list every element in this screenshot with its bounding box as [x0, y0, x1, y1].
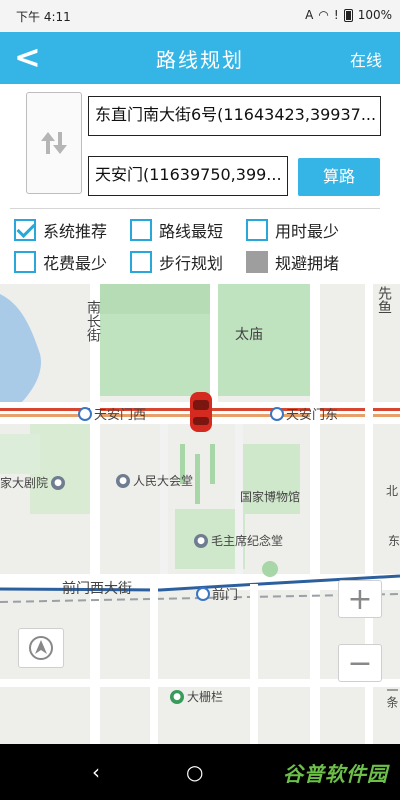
locate-button[interactable] [18, 628, 64, 668]
option-fastest[interactable]: 用时最少 [246, 218, 339, 242]
battery-level: 100% [357, 8, 392, 22]
poi-icon: ● [51, 475, 66, 490]
swap-arrows-icon [41, 132, 67, 154]
title-bar: < 路线规划 在线 [0, 32, 400, 84]
metro-icon [270, 406, 284, 421]
checkbox[interactable] [130, 219, 152, 241]
zoom-in-button[interactable]: + [338, 580, 382, 618]
battery-icon [343, 8, 353, 22]
watermark: 谷普软件园 [283, 762, 388, 786]
metro-label: 前门 [212, 588, 239, 603]
option-label: 系统推荐 [43, 222, 108, 241]
metro-station[interactable]: 前门 [196, 584, 238, 603]
status-bar: 下午 4:11 A ◠ ! 100% [0, 0, 400, 32]
start-point-input[interactable]: 东直门南大街6号(11643423,39937... [88, 96, 381, 136]
metro-label: 天安门东 [286, 408, 339, 423]
poi-museum[interactable]: 国家博物馆 [240, 488, 300, 505]
place-label: 太庙 [235, 327, 263, 343]
minus-icon: − [347, 645, 373, 681]
map-view[interactable]: 南长街 太庙 先鱼 天安门西 天安门东 前门 家大剧院 ● ● 人民大会堂 国家… [0, 284, 400, 744]
option-walking[interactable]: 步行规划 [130, 250, 223, 274]
calculate-route-button[interactable]: 算路 [298, 158, 380, 196]
metro-station[interactable]: 天安门东 [270, 404, 338, 423]
option-recommended[interactable]: 系统推荐 [14, 218, 107, 242]
metro-icon [196, 586, 210, 601]
page-title: 路线规划 [156, 48, 244, 72]
route-panel: 东直门南大街6号(11643423,39937... 天安门(11639750,… [0, 84, 400, 284]
end-point-input[interactable]: 天安门(11639750,399... [88, 156, 288, 196]
poi-label: 人民大会堂 [133, 474, 194, 488]
metro-station[interactable]: 天安门西 [78, 404, 146, 423]
checkbox[interactable] [14, 251, 36, 273]
place-label: 北 [386, 484, 399, 498]
option-label: 路线最短 [159, 222, 224, 241]
alert-icon: ! [333, 8, 339, 22]
checkbox[interactable] [130, 251, 152, 273]
online-mode-button[interactable]: 在线 [350, 47, 382, 71]
compass-icon [29, 636, 53, 660]
poi-great-hall[interactable]: ● 人民大会堂 [116, 472, 193, 489]
poi-icon: ● [170, 689, 184, 704]
poi-theater[interactable]: 家大剧院 ● [0, 474, 66, 491]
street-label: 前门西大街 [62, 581, 132, 597]
poi-label: 国家博物馆 [240, 490, 301, 504]
option-avoid-congestion[interactable]: 规避拥堵 [246, 250, 339, 274]
poi-label: 家大剧院 [0, 476, 49, 490]
zoom-out-button[interactable]: − [338, 644, 382, 682]
poi-label: 毛主席纪念堂 [211, 534, 284, 548]
street-label: 南长街 [85, 300, 101, 342]
poi-memorial[interactable]: ● 毛主席纪念堂 [194, 532, 283, 549]
option-label: 用时最少 [275, 222, 340, 241]
option-label: 步行规划 [159, 254, 224, 273]
status-time: 下午 4:11 [16, 10, 71, 24]
poi-label: 大栅栏 [187, 690, 224, 704]
wifi-icon: ◠ [318, 8, 329, 22]
poi-dashilan[interactable]: ● 大栅栏 [170, 688, 223, 705]
plus-icon: + [347, 581, 373, 617]
checkbox[interactable] [246, 251, 268, 273]
car-marker [190, 392, 212, 432]
option-label: 规避拥堵 [275, 254, 340, 273]
nav-home-button[interactable]: ○ [186, 760, 203, 784]
option-shortest[interactable]: 路线最短 [130, 218, 223, 242]
option-label: 花费最少 [43, 254, 108, 273]
metro-icon [78, 406, 92, 421]
checkbox[interactable] [246, 219, 268, 241]
font-icon: A [305, 8, 314, 22]
poi-icon: ● [194, 533, 208, 548]
poi-icon: ● [116, 473, 130, 488]
swap-route-button[interactable] [26, 92, 82, 194]
place-label: 东 [388, 534, 400, 548]
metro-label: 天安门西 [94, 408, 147, 423]
system-nav-bar: ‹ ○ 谷普软件园 [0, 744, 400, 800]
place-label: 一条 [385, 684, 399, 708]
divider [10, 208, 380, 209]
place-label: 先鱼 [376, 286, 392, 314]
nav-back-button[interactable]: ‹ [92, 760, 100, 784]
checkbox[interactable] [14, 219, 36, 241]
option-cheapest[interactable]: 花费最少 [14, 250, 107, 274]
